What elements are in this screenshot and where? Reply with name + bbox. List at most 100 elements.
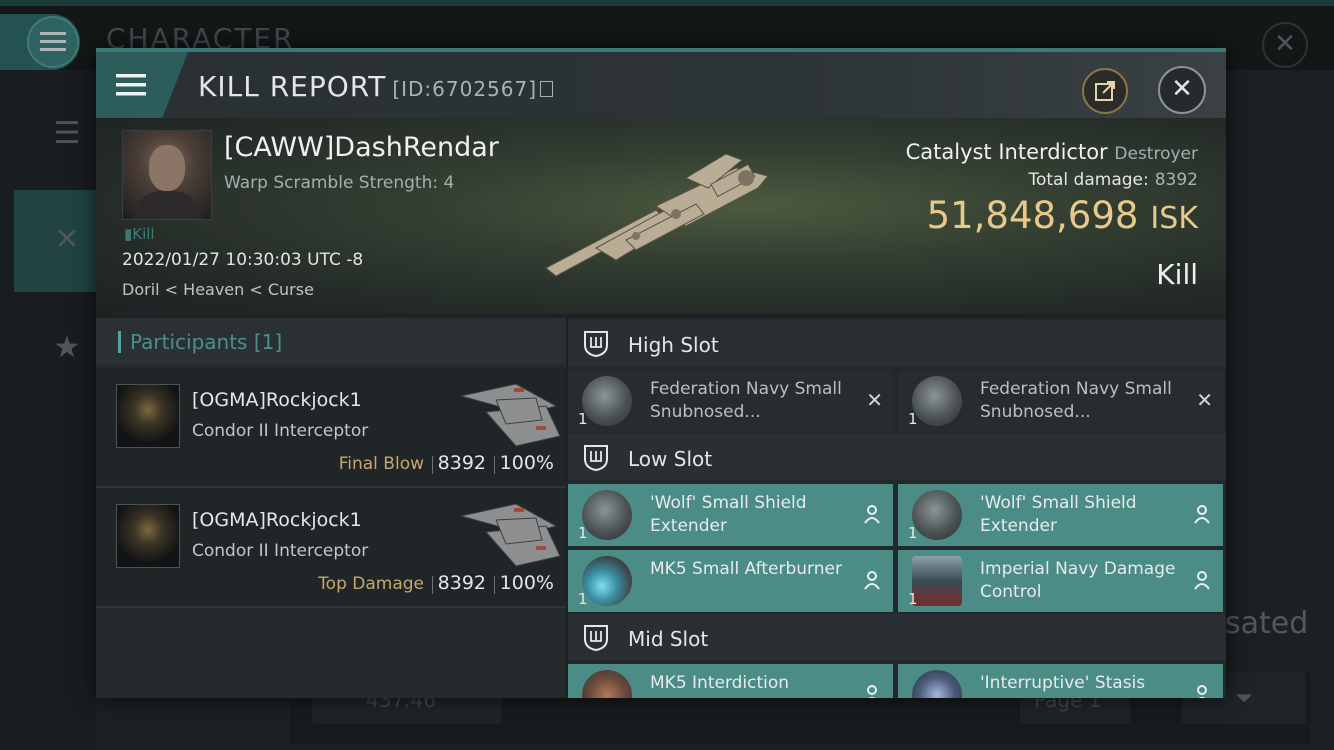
participant-avatar bbox=[116, 504, 180, 568]
kill-id: [ID:6702567] bbox=[392, 77, 538, 101]
participant-name: [OGMA]Rockjock1 bbox=[192, 509, 362, 531]
high-slot-module[interactable]: 1 Federation Navy Small Snubnosed... ✕ bbox=[568, 370, 893, 432]
low-slot-icon bbox=[584, 445, 608, 471]
destroyed-icon: ✕ bbox=[1196, 388, 1213, 412]
mid-slot-icon bbox=[584, 625, 608, 651]
participant-ship: Condor II Interceptor bbox=[192, 421, 369, 441]
total-damage-line: Total damage: 8392 bbox=[1028, 170, 1198, 190]
kill-result: Kill bbox=[1156, 258, 1198, 291]
stasis-webifier-icon bbox=[912, 670, 962, 698]
module-quantity: 1 bbox=[578, 590, 588, 608]
participants-count: [1] bbox=[253, 330, 283, 354]
kill-report-modal: KILL REPORT [ID:6702567] ✕ [CAWW]DashRend… bbox=[96, 48, 1226, 698]
dropped-user-icon bbox=[864, 571, 880, 590]
victim-portrait[interactable] bbox=[122, 130, 212, 220]
dropped-user-icon bbox=[864, 505, 880, 524]
participant-percent: 100% bbox=[499, 572, 554, 594]
victim-banner: [CAWW]DashRendar Warp Scramble Strength:… bbox=[96, 118, 1226, 314]
participant-damage: 8392 bbox=[437, 452, 486, 474]
participant-row[interactable]: [OGMA]Rockjock1 Condor II Interceptor To… bbox=[96, 488, 566, 608]
high-slot-icon bbox=[584, 331, 608, 357]
module-name: Federation Navy Small Snubnosed... bbox=[650, 379, 842, 422]
participant-row[interactable]: [OGMA]Rockjock1 Condor II Interceptor Fi… bbox=[96, 368, 566, 488]
dropped-user-icon bbox=[867, 685, 877, 698]
close-icon[interactable]: ✕ bbox=[1158, 66, 1206, 114]
fitting-panel: High Slot 1 Federation Navy Small Snubno… bbox=[568, 318, 1226, 698]
mid-slot-module[interactable]: 1 MK5 Interdiction bbox=[568, 664, 893, 698]
module-icon bbox=[912, 376, 962, 426]
mid-slot-header: Mid Slot bbox=[568, 614, 1226, 660]
kill-location[interactable]: Doril < Heaven < Curse bbox=[122, 280, 314, 299]
isk-value: 51,848,698 bbox=[926, 194, 1139, 237]
shield-extender-icon bbox=[582, 490, 632, 540]
kill-datetime: 2022/01/27 10:30:03 UTC -8 bbox=[122, 250, 364, 270]
dropped-user-icon bbox=[1194, 505, 1210, 524]
high-slot-module[interactable]: 1 Federation Navy Small Snubnosed... ✕ bbox=[898, 370, 1223, 432]
modal-header: KILL REPORT [ID:6702567] ✕ bbox=[96, 52, 1226, 118]
participant-avatar bbox=[116, 384, 180, 448]
low-slot-module[interactable]: 1 Imperial Navy Damage Control bbox=[898, 550, 1223, 612]
warp-scramble-strength: Warp Scramble Strength: 4 bbox=[224, 173, 455, 193]
module-quantity: 1 bbox=[578, 524, 588, 542]
separator bbox=[494, 576, 495, 594]
module-name: 'Wolf' Small Shield Extender bbox=[980, 493, 1137, 536]
total-damage-value: 8392 bbox=[1154, 170, 1198, 190]
copy-icon[interactable] bbox=[540, 81, 554, 97]
separator bbox=[432, 576, 433, 594]
mid-slot-title: Mid Slot bbox=[628, 627, 709, 651]
mid-slot-module[interactable]: 1 'Interruptive' Stasis bbox=[898, 664, 1223, 698]
portrait-face bbox=[149, 145, 185, 191]
modal-title: KILL REPORT [ID:6702567] bbox=[198, 70, 554, 103]
ship-name[interactable]: Catalyst Interdictor bbox=[906, 140, 1108, 164]
share-icon bbox=[1095, 81, 1115, 101]
isk-unit: ISK bbox=[1150, 201, 1198, 236]
shield-extender-icon bbox=[912, 490, 962, 540]
participant-role: Final Blow bbox=[338, 454, 424, 474]
module-quantity: 1 bbox=[908, 524, 918, 542]
low-slot-header: Low Slot bbox=[568, 434, 1226, 480]
module-name: 'Interruptive' Stasis bbox=[980, 673, 1146, 693]
dropped-user-icon bbox=[1194, 571, 1210, 590]
module-name: 'Wolf' Small Shield Extender bbox=[650, 493, 807, 536]
module-quantity: 1 bbox=[908, 410, 918, 428]
module-icon bbox=[582, 376, 632, 426]
destroyed-icon: ✕ bbox=[866, 388, 883, 412]
interdiction-icon bbox=[582, 670, 632, 698]
dropped-user-icon bbox=[1197, 685, 1207, 698]
participants-title-text: Participants bbox=[130, 330, 248, 354]
ship-name-line: Catalyst Interdictor Destroyer bbox=[906, 140, 1198, 164]
kill-tag: ▮Kill bbox=[124, 225, 155, 243]
high-slot-title: High Slot bbox=[628, 333, 719, 357]
modal-title-text: KILL REPORT bbox=[198, 70, 387, 103]
participants-header-bar bbox=[118, 331, 121, 353]
afterburner-icon bbox=[582, 556, 632, 606]
separator bbox=[432, 456, 433, 474]
participant-ship: Condor II Interceptor bbox=[192, 541, 369, 561]
module-name: MK5 Small Afterburner bbox=[650, 559, 842, 579]
share-button[interactable] bbox=[1082, 68, 1128, 114]
participant-damage: 8392 bbox=[437, 572, 486, 594]
low-slot-title: Low Slot bbox=[628, 447, 713, 471]
separator bbox=[494, 456, 495, 474]
participants-title: Participants [1] bbox=[130, 330, 282, 354]
modal-menu-button[interactable] bbox=[96, 52, 188, 118]
victim-ship-image[interactable] bbox=[536, 148, 786, 288]
victim-name[interactable]: [CAWW]DashRendar bbox=[224, 132, 499, 163]
module-name: MK5 Interdiction bbox=[650, 673, 790, 693]
damage-control-icon bbox=[912, 556, 962, 606]
portrait-body bbox=[133, 191, 201, 219]
participant-percent: 100% bbox=[499, 452, 554, 474]
participant-name: [OGMA]Rockjock1 bbox=[192, 389, 362, 411]
low-slot-module[interactable]: 1 'Wolf' Small Shield Extender bbox=[568, 484, 893, 546]
menu-icon bbox=[116, 74, 146, 96]
total-damage-label: Total damage: bbox=[1028, 170, 1149, 190]
module-quantity: 1 bbox=[908, 590, 918, 608]
ship-class: Destroyer bbox=[1114, 144, 1198, 164]
isk-value-line: 51,848,698 ISK bbox=[927, 194, 1198, 237]
low-slot-module[interactable]: 1 'Wolf' Small Shield Extender bbox=[898, 484, 1223, 546]
kill-tag-label: Kill bbox=[132, 225, 155, 243]
participants-panel: Participants [1] [OGMA]Rockjock1 Condor … bbox=[96, 318, 566, 698]
high-slot-header: High Slot bbox=[568, 320, 1226, 366]
module-name: Imperial Navy Damage Control bbox=[980, 559, 1176, 602]
low-slot-module[interactable]: 1 MK5 Small Afterburner bbox=[568, 550, 893, 612]
